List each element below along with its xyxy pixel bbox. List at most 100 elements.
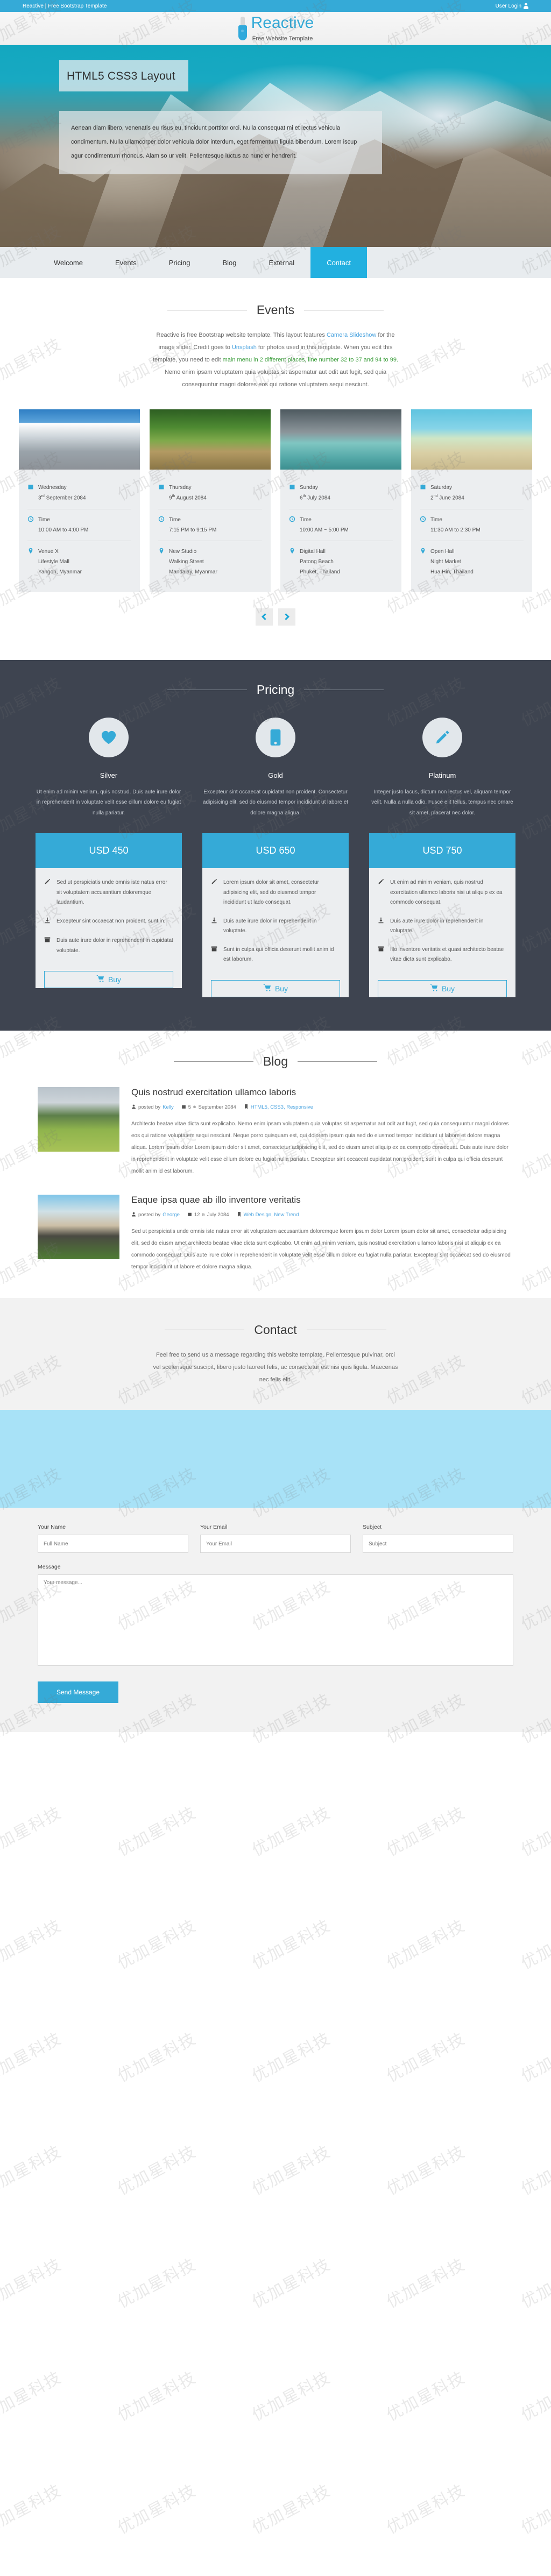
nav-item-pricing[interactable]: Pricing [153, 247, 207, 278]
pricing-columns: Silver Ut enim ad minim veniam, quis nost… [0, 717, 551, 1009]
author-link[interactable]: George [163, 1212, 180, 1218]
plan-feature: Ut enim ad minim veniam, quis nostrud ex… [378, 878, 507, 908]
unsplash-link[interactable]: Unsplash [232, 344, 257, 351]
message-textarea[interactable] [38, 1574, 513, 1666]
download-icon [211, 917, 218, 936]
event-details: Wednesday 3rd September 2084 Time 10:00 AM … [19, 470, 140, 592]
user-icon [132, 1104, 136, 1109]
pricing-title: Pricing [256, 682, 295, 697]
event-venue-line2: Patong Beach [300, 558, 334, 565]
plan-feature-text: Duis aute irure dolor in reprehenderit i… [223, 918, 317, 934]
plan-feature-text: Excepteur sint occaecat non proident, su… [56, 918, 166, 924]
event-time-label: Time [300, 516, 312, 523]
watermark-text: 优加星科技 [249, 2368, 334, 2425]
watermark-text: 优加星科技 [383, 1916, 469, 1974]
name-input[interactable] [38, 1535, 188, 1553]
watermark-text: 优加星科技 [518, 2142, 551, 2199]
watermark-text: 优加星科技 [518, 1803, 551, 1861]
event-card[interactable]: Thursday 9th August 2084 Time 7:15 PM to 9:… [150, 409, 271, 592]
event-time-value: 10:00 AM ~ 5:00 PM [300, 527, 349, 533]
events-lead-part1: Reactive is free Bootstrap website templ… [156, 332, 327, 338]
plan-icon-circle [422, 717, 462, 757]
slider-next-button[interactable] [278, 608, 295, 626]
event-image [411, 409, 532, 470]
event-details: Saturday 2nd June 2084 Time 11:30 AM to 2:3… [411, 470, 532, 592]
chevron-right-icon [282, 613, 289, 621]
brand-logo[interactable]: Reactive Free Website Template [237, 15, 314, 42]
blog-date-suffix: th [193, 1105, 196, 1110]
nav-item-label: Contact [327, 258, 351, 267]
blog-date-suffix: th [202, 1213, 205, 1217]
watermark-text: 优加星科技 [518, 2029, 551, 2087]
event-card[interactable]: Sunday 6th July 2084 Time 10:00 AM ~ 5:00 P… [280, 409, 401, 592]
calendar-icon [420, 484, 426, 503]
events-card-row: Wednesday 3rd September 2084 Time 10:00 AM … [0, 391, 551, 592]
location-pin-icon [290, 548, 294, 554]
blog-post-image[interactable] [38, 1087, 119, 1152]
event-card[interactable]: Saturday 2nd June 2084 Time 11:30 AM to 2:3… [411, 409, 532, 592]
subject-input[interactable] [363, 1535, 513, 1553]
site-label: Reactive | Free Bootstrap Template [23, 3, 107, 9]
tag-link[interactable]: HTML5, CSS3, Responsive [251, 1104, 313, 1110]
event-venue-name: Digital Hall [300, 548, 326, 555]
nav-item-external[interactable]: External [252, 247, 310, 278]
watermark-text: 优加星科技 [249, 2029, 334, 2087]
user-login-label: User Login [495, 3, 521, 9]
event-date-row: Thursday 9th August 2084 [158, 477, 262, 508]
location-pin-icon [420, 548, 426, 577]
clock-icon [158, 516, 165, 535]
event-venue-name: Open Hall [430, 548, 455, 555]
slider-prev-button[interactable] [256, 608, 273, 626]
calendar-icon [27, 484, 34, 503]
contact-map[interactable] [0, 1410, 551, 1508]
email-input[interactable] [200, 1535, 351, 1553]
nav-item-blog[interactable]: Blog [206, 247, 252, 278]
nav-item-welcome[interactable]: Welcome [38, 247, 99, 278]
blog-post-image[interactable] [38, 1194, 119, 1259]
nav-item-events[interactable]: Events [99, 247, 153, 278]
plan-feature: Illo inventore veritatis et quasi archit… [378, 945, 507, 965]
blog-post-title[interactable]: Eaque ipsa quae ab illo inventore verita… [131, 1195, 513, 1205]
buy-button[interactable]: Buy [211, 980, 340, 997]
plan-price: USD 750 [369, 833, 515, 869]
plan-feature-text: Sed ut perspiciatis unde omnis iste natu… [56, 879, 167, 906]
watermark-text: 优加星科技 [383, 1803, 469, 1861]
watermark-text: 优加星科技 [249, 1803, 334, 1861]
watermark-text: 优加星科技 [249, 2142, 334, 2199]
blog-post: Quis nostrud exercitation ullamco labori… [0, 1075, 551, 1183]
event-venue-line2: Night Market [430, 558, 461, 565]
event-card[interactable]: Wednesday 3rd September 2084 Time 10:00 AM … [19, 409, 140, 592]
blog-post-title[interactable]: Quis nostrud exercitation ullamco labori… [131, 1087, 513, 1098]
buy-button[interactable]: Buy [44, 971, 173, 989]
author-link[interactable]: Kelly [163, 1104, 174, 1110]
event-time-row: Time 7:15 PM to 9:15 PM [158, 508, 262, 541]
calendar-icon [28, 485, 33, 489]
camera-slideshow-link[interactable]: Camera Slideshow [327, 332, 376, 338]
plan-feature: Duis aute irure dolor in reprehenderit i… [44, 936, 173, 956]
send-message-button[interactable]: Send Message [38, 1681, 118, 1704]
events-slider-nav [0, 592, 551, 649]
blog-post-tags: Web Design, New Trend [237, 1211, 299, 1218]
blog-date-number: 12 [194, 1212, 200, 1218]
archive-icon [211, 946, 217, 952]
plan-icon-circle [89, 717, 129, 757]
nav-item-contact[interactable]: Contact [310, 247, 367, 278]
download-icon [378, 917, 384, 924]
pencil-icon [211, 879, 217, 884]
watermark-text: 优加星科技 [0, 1803, 65, 1861]
hero-banner: HTML5 CSS3 Layout Aenean diam libero, ve… [0, 45, 551, 247]
name-label: Your Name [38, 1524, 66, 1531]
watermark-text: 优加星科技 [0, 2029, 65, 2087]
watermark-text: 优加星科技 [518, 2368, 551, 2425]
event-venue-row: Venue X Lifestyle Mall Yangon, Myanmar [27, 540, 131, 583]
event-date-rest: September 2084 [44, 495, 86, 501]
blog-date-rest: September 2084 [198, 1104, 236, 1111]
calendar-icon [289, 484, 295, 503]
plan-card: USD 650 Lorem ipsum dolor sit amet, conse… [202, 833, 349, 997]
tag-link[interactable]: Web Design, New Trend [244, 1212, 299, 1218]
blog-post-list: Quis nostrud exercitation ullamco labori… [0, 1075, 551, 1279]
event-date-rest: July 2084 [306, 495, 330, 501]
brand-title: Reactive [251, 13, 314, 32]
user-login-link[interactable]: User Login [496, 3, 528, 9]
buy-button[interactable]: Buy [378, 980, 507, 997]
